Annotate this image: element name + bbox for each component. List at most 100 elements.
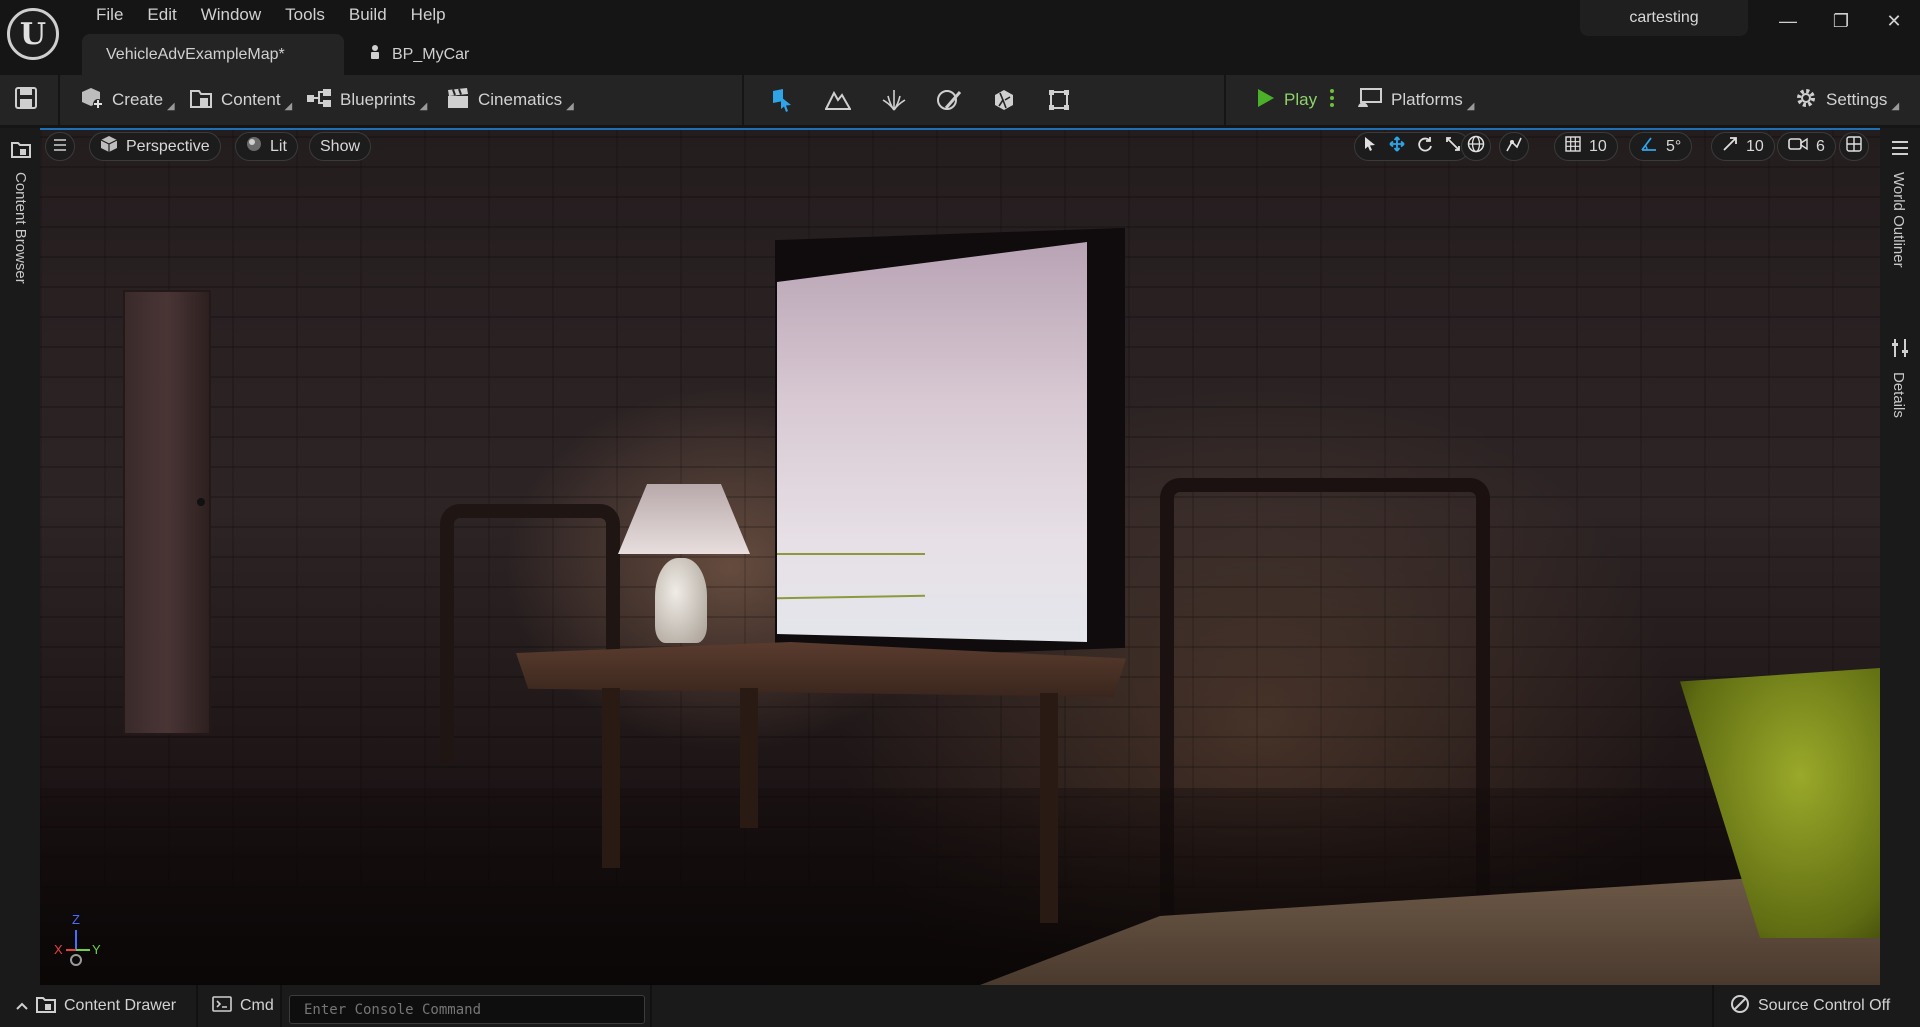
play-icon bbox=[1256, 87, 1276, 114]
scene-table-leg bbox=[1040, 693, 1058, 923]
axis-z-label: Z bbox=[72, 912, 80, 927]
perspective-button[interactable]: Perspective bbox=[89, 132, 221, 161]
tab-level-map[interactable]: VehicleAdvExampleMap* bbox=[82, 34, 344, 75]
scale-icon[interactable] bbox=[1445, 136, 1461, 157]
close-button[interactable]: ✕ bbox=[1877, 8, 1911, 34]
camera-speed-button[interactable]: 6 bbox=[1777, 132, 1836, 161]
menu-tools[interactable]: Tools bbox=[273, 4, 337, 28]
scale-arrow-icon bbox=[1722, 136, 1738, 157]
menu-build[interactable]: Build bbox=[337, 4, 399, 28]
play-label: Play bbox=[1284, 90, 1318, 109]
angle-icon bbox=[1640, 136, 1658, 157]
menu-window[interactable]: Window bbox=[189, 4, 273, 28]
grid-icon bbox=[1565, 136, 1581, 157]
grid-snap-value: 10 bbox=[1589, 137, 1607, 155]
source-control-label: Source Control Off bbox=[1758, 997, 1891, 1014]
statusbar-divider bbox=[1712, 985, 1714, 1027]
create-button[interactable]: Create ◢ bbox=[78, 75, 175, 125]
console-command-input[interactable] bbox=[289, 995, 645, 1024]
select-mode-icon[interactable] bbox=[767, 86, 797, 114]
modeling-mode-icon[interactable] bbox=[1044, 86, 1074, 114]
blueprints-label: Blueprints bbox=[340, 90, 416, 109]
viewport-menu-button[interactable] bbox=[45, 132, 75, 161]
play-button[interactable]: Play bbox=[1256, 75, 1317, 125]
scene-chair-left bbox=[440, 504, 620, 764]
details-tab[interactable]: Details bbox=[1890, 372, 1907, 418]
show-button[interactable]: Show bbox=[309, 132, 372, 161]
statusbar-divider bbox=[196, 985, 198, 1027]
minimize-button[interactable]: — bbox=[1771, 8, 1805, 34]
mesh-paint-mode-icon[interactable] bbox=[934, 86, 964, 114]
toolbar-divider bbox=[742, 75, 744, 125]
save-button[interactable] bbox=[14, 75, 38, 125]
fracture-mode-icon[interactable] bbox=[989, 86, 1019, 114]
cmd-label: Cmd bbox=[240, 997, 274, 1014]
play-options-button[interactable] bbox=[1329, 75, 1335, 125]
rotate-icon[interactable] bbox=[1417, 136, 1433, 157]
scene-window-sky bbox=[777, 242, 1087, 642]
world-outliner-tab[interactable]: World Outliner bbox=[1890, 172, 1907, 268]
scene-lamp-base bbox=[655, 558, 707, 643]
menu-edit[interactable]: Edit bbox=[135, 4, 188, 28]
layout-icon bbox=[1846, 136, 1862, 157]
content-icon bbox=[189, 87, 213, 114]
lit-label: Lit bbox=[270, 137, 287, 155]
list-icon bbox=[1891, 140, 1909, 161]
folder-icon bbox=[11, 140, 31, 163]
create-icon bbox=[78, 86, 104, 115]
unreal-logo[interactable]: U bbox=[7, 8, 59, 60]
cinematics-label: Cinematics bbox=[478, 90, 563, 109]
show-label: Show bbox=[320, 137, 361, 155]
tab-blueprint[interactable]: BP_MyCar bbox=[344, 34, 493, 75]
content-button[interactable]: Content ◢ bbox=[189, 75, 292, 125]
toolbar-divider bbox=[58, 75, 60, 125]
source-control-button[interactable]: Source Control Off bbox=[1730, 985, 1890, 1027]
rotation-snap-button[interactable]: 5° bbox=[1629, 132, 1693, 161]
perspective-label: Perspective bbox=[126, 137, 210, 155]
left-panel-strip: Content Browser bbox=[0, 128, 40, 985]
title-bar: U File Edit Window Tools Build Help Vehi… bbox=[0, 0, 1920, 75]
dropdown-corner-icon: ◢ bbox=[1891, 100, 1900, 112]
cmd-button[interactable]: Cmd bbox=[212, 985, 274, 1027]
landscape-mode-icon[interactable] bbox=[823, 86, 853, 114]
grid-snap-button[interactable]: 10 bbox=[1554, 132, 1618, 161]
scale-snap-button[interactable]: 10 bbox=[1711, 132, 1775, 161]
statusbar-divider bbox=[280, 985, 282, 1027]
hamburger-icon bbox=[53, 138, 67, 156]
viewport-focus-accent bbox=[40, 128, 1880, 130]
statusbar-divider bbox=[650, 985, 652, 1027]
axis-y-label: Y bbox=[92, 942, 101, 957]
platforms-button[interactable]: Platforms ◢ bbox=[1357, 75, 1475, 125]
clapperboard-icon bbox=[446, 87, 470, 114]
lit-button[interactable]: Lit bbox=[235, 132, 298, 161]
settings-label: Settings bbox=[1826, 90, 1888, 109]
settings-button[interactable]: Settings ◢ bbox=[1794, 75, 1899, 125]
cinematics-button[interactable]: Cinematics ◢ bbox=[446, 75, 574, 125]
lit-sphere-icon bbox=[246, 136, 262, 157]
viewport-layout-button[interactable] bbox=[1839, 132, 1869, 161]
right-panel-strip: World Outliner Details bbox=[1880, 128, 1920, 985]
translate-icon[interactable] bbox=[1389, 136, 1405, 157]
camera-icon bbox=[1788, 137, 1808, 156]
sliders-icon bbox=[1891, 338, 1909, 363]
scene-table-leg bbox=[602, 688, 620, 868]
blueprints-button[interactable]: Blueprints ◢ bbox=[306, 75, 427, 125]
scene-door bbox=[123, 290, 211, 735]
toolbar-divider bbox=[1224, 75, 1226, 125]
select-arrow-icon[interactable] bbox=[1363, 136, 1377, 157]
level-viewport[interactable]: Perspective Lit Show 10 5° 10 6 Z X Y bbox=[40, 128, 1880, 985]
cube-icon bbox=[100, 135, 118, 158]
content-drawer-button[interactable]: Content Drawer bbox=[16, 985, 176, 1027]
surface-snap-button[interactable] bbox=[1499, 132, 1529, 161]
camera-speed-value: 6 bbox=[1816, 137, 1825, 155]
menu-file[interactable]: File bbox=[84, 4, 135, 28]
foliage-mode-icon[interactable] bbox=[879, 86, 909, 114]
tab-label: BP_MyCar bbox=[392, 45, 470, 63]
restore-button[interactable]: ❐ bbox=[1824, 8, 1858, 34]
world-local-toggle[interactable] bbox=[1461, 132, 1491, 161]
folder-icon bbox=[36, 995, 56, 1018]
content-browser-tab[interactable]: Content Browser bbox=[12, 172, 29, 284]
no-entry-icon bbox=[1730, 994, 1750, 1019]
transform-tools-group bbox=[1354, 132, 1470, 161]
menu-help[interactable]: Help bbox=[399, 4, 458, 28]
